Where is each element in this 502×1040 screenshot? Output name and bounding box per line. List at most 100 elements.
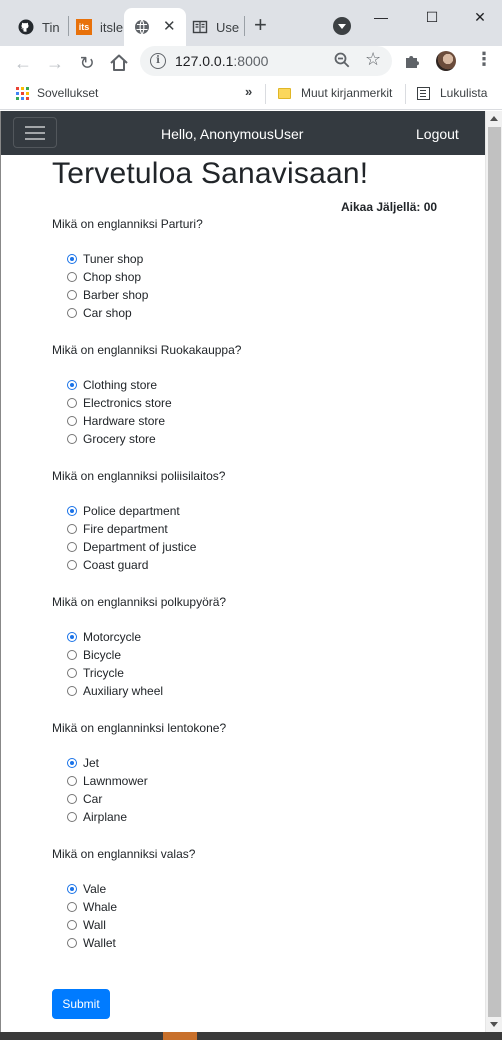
answer-option[interactable]: Motorcycle — [67, 630, 141, 644]
answer-radio[interactable] — [67, 308, 77, 318]
close-window-button[interactable]: ✕ — [465, 5, 495, 29]
answer-label: Clothing store — [83, 378, 158, 392]
answer-label: Car shop — [83, 306, 132, 320]
answer-label: Motorcycle — [83, 630, 142, 644]
answer-radio[interactable] — [67, 686, 77, 696]
minimize-button[interactable]: — — [366, 5, 396, 29]
answer-option[interactable]: Auxiliary wheel — [67, 684, 163, 698]
answer-label: Jet — [83, 756, 100, 770]
answer-option[interactable]: Lawnmower — [67, 774, 148, 788]
info-icon[interactable]: i — [150, 53, 166, 69]
answer-option[interactable]: Wallet — [67, 936, 116, 950]
bookmark-reading-list[interactable]: Lukulista — [417, 86, 487, 100]
answer-radio[interactable] — [67, 650, 77, 660]
answer-radio[interactable] — [67, 668, 77, 678]
answer-radio[interactable] — [67, 542, 77, 552]
new-tab-button[interactable]: + — [254, 12, 267, 38]
home-icon[interactable] — [106, 50, 132, 76]
answer-radio[interactable] — [67, 254, 77, 264]
bookmark-other[interactable]: Muut kirjanmerkit — [278, 86, 392, 100]
answer-radio[interactable] — [67, 290, 77, 300]
answer-option[interactable]: Department of justice — [67, 540, 196, 554]
answer-option[interactable]: Car — [67, 792, 102, 806]
extensions-puzzle-icon[interactable] — [403, 52, 421, 70]
address-url[interactable]: 127.0.0.1:8000 — [175, 53, 268, 69]
answer-option[interactable]: Fire department — [67, 522, 168, 536]
back-arrow-icon[interactable]: ← — [10, 50, 36, 76]
browser-tab-2[interactable]: its itsle — [70, 8, 124, 46]
answer-option[interactable]: Electronics store — [67, 396, 172, 410]
answer-option[interactable]: Vale — [67, 882, 106, 896]
tab-search-icon[interactable] — [333, 17, 351, 35]
bookmark-reading-list-label: Lukulista — [440, 86, 488, 100]
answer-radio[interactable] — [67, 272, 77, 282]
maximize-button[interactable]: ☐ — [417, 5, 447, 29]
answer-option[interactable]: Wall — [67, 918, 106, 932]
close-tab-icon[interactable]: ✕ — [163, 17, 176, 35]
answer-radio[interactable] — [67, 560, 77, 570]
more-bookmarks-chevron-icon[interactable]: » — [245, 84, 252, 99]
taskbar-app[interactable] — [163, 1032, 197, 1040]
answer-radio[interactable] — [67, 902, 77, 912]
answer-radio[interactable] — [67, 506, 77, 516]
answer-radio[interactable] — [67, 398, 77, 408]
answer-option[interactable]: Whale — [67, 900, 117, 914]
answer-option[interactable]: Hardware store — [67, 414, 165, 428]
answer-option[interactable]: Coast guard — [67, 558, 148, 572]
answer-radio[interactable] — [67, 434, 77, 444]
answer-option[interactable]: Chop shop — [67, 270, 141, 284]
answer-radio[interactable] — [67, 794, 77, 804]
answer-radio[interactable] — [67, 380, 77, 390]
answer-option[interactable]: Grocery store — [67, 432, 156, 446]
answer-label: Airplane — [83, 810, 128, 824]
page-title: Tervetuloa Sanavisaan! — [52, 157, 369, 190]
answer-label: Auxiliary wheel — [83, 684, 164, 698]
browser-tab-strip: Tin its itsle ✕ Use + — ☐ ✕ — [0, 0, 502, 46]
profile-avatar[interactable] — [436, 51, 456, 71]
answer-label: Bicycle — [83, 648, 122, 662]
bookmark-star-icon[interactable]: ☆ — [365, 49, 381, 70]
answer-radio[interactable] — [67, 884, 77, 894]
logout-link[interactable]: Logout — [416, 126, 459, 142]
question-text: Mikä on englanniksi valas? — [52, 847, 196, 861]
scroll-down-arrow-icon[interactable] — [490, 1022, 498, 1027]
answer-option[interactable]: Clothing store — [67, 378, 157, 392]
answer-label: Wallet — [83, 936, 116, 950]
question-text: Mikä on englanniksi poliisilaitos? — [52, 469, 226, 483]
answer-radio[interactable] — [67, 920, 77, 930]
address-bar[interactable]: i 127.0.0.1:8000 ☆ — [140, 46, 392, 76]
reload-icon[interactable]: ↻ — [74, 50, 100, 76]
answer-option[interactable]: Bicycle — [67, 648, 121, 662]
answer-label: Coast guard — [83, 558, 149, 572]
answer-radio[interactable] — [67, 416, 77, 426]
browser-tab-3-active[interactable] — [124, 8, 186, 46]
answer-option[interactable]: Tricycle — [67, 666, 124, 680]
answer-radio[interactable] — [67, 812, 77, 822]
answer-option[interactable]: Airplane — [67, 810, 127, 824]
forward-arrow-icon[interactable]: → — [42, 50, 68, 76]
zoom-out-icon[interactable] — [333, 51, 351, 69]
answer-radio[interactable] — [67, 758, 77, 768]
answer-option[interactable]: Tuner shop — [67, 252, 143, 266]
bookmark-apps[interactable]: Sovellukset — [16, 86, 98, 100]
scroll-up-arrow-icon[interactable] — [490, 116, 498, 121]
submit-button[interactable]: Submit — [52, 989, 110, 1019]
bookmark-other-label: Muut kirjanmerkit — [301, 86, 393, 100]
browser-tab-1[interactable]: Tin — [8, 8, 66, 46]
answer-label: Wall — [83, 918, 106, 932]
answer-radio[interactable] — [67, 632, 77, 642]
answer-radio[interactable] — [67, 938, 77, 948]
answer-option[interactable]: Barber shop — [67, 288, 148, 302]
answer-radio[interactable] — [67, 776, 77, 786]
answer-option[interactable]: Police department — [67, 504, 180, 518]
browser-menu-icon[interactable]: ⋮ — [475, 49, 493, 70]
scrollbar-thumb[interactable] — [488, 127, 501, 1017]
answer-option[interactable]: Car shop — [67, 306, 132, 320]
navbar-toggler-button[interactable] — [13, 117, 57, 148]
browser-tab-4[interactable]: Use — [188, 8, 244, 46]
os-taskbar — [0, 1032, 502, 1040]
answer-radio[interactable] — [67, 524, 77, 534]
apps-grid-icon — [16, 86, 29, 100]
answer-option[interactable]: Jet — [67, 756, 99, 770]
page-scrollbar[interactable] — [485, 111, 502, 1032]
